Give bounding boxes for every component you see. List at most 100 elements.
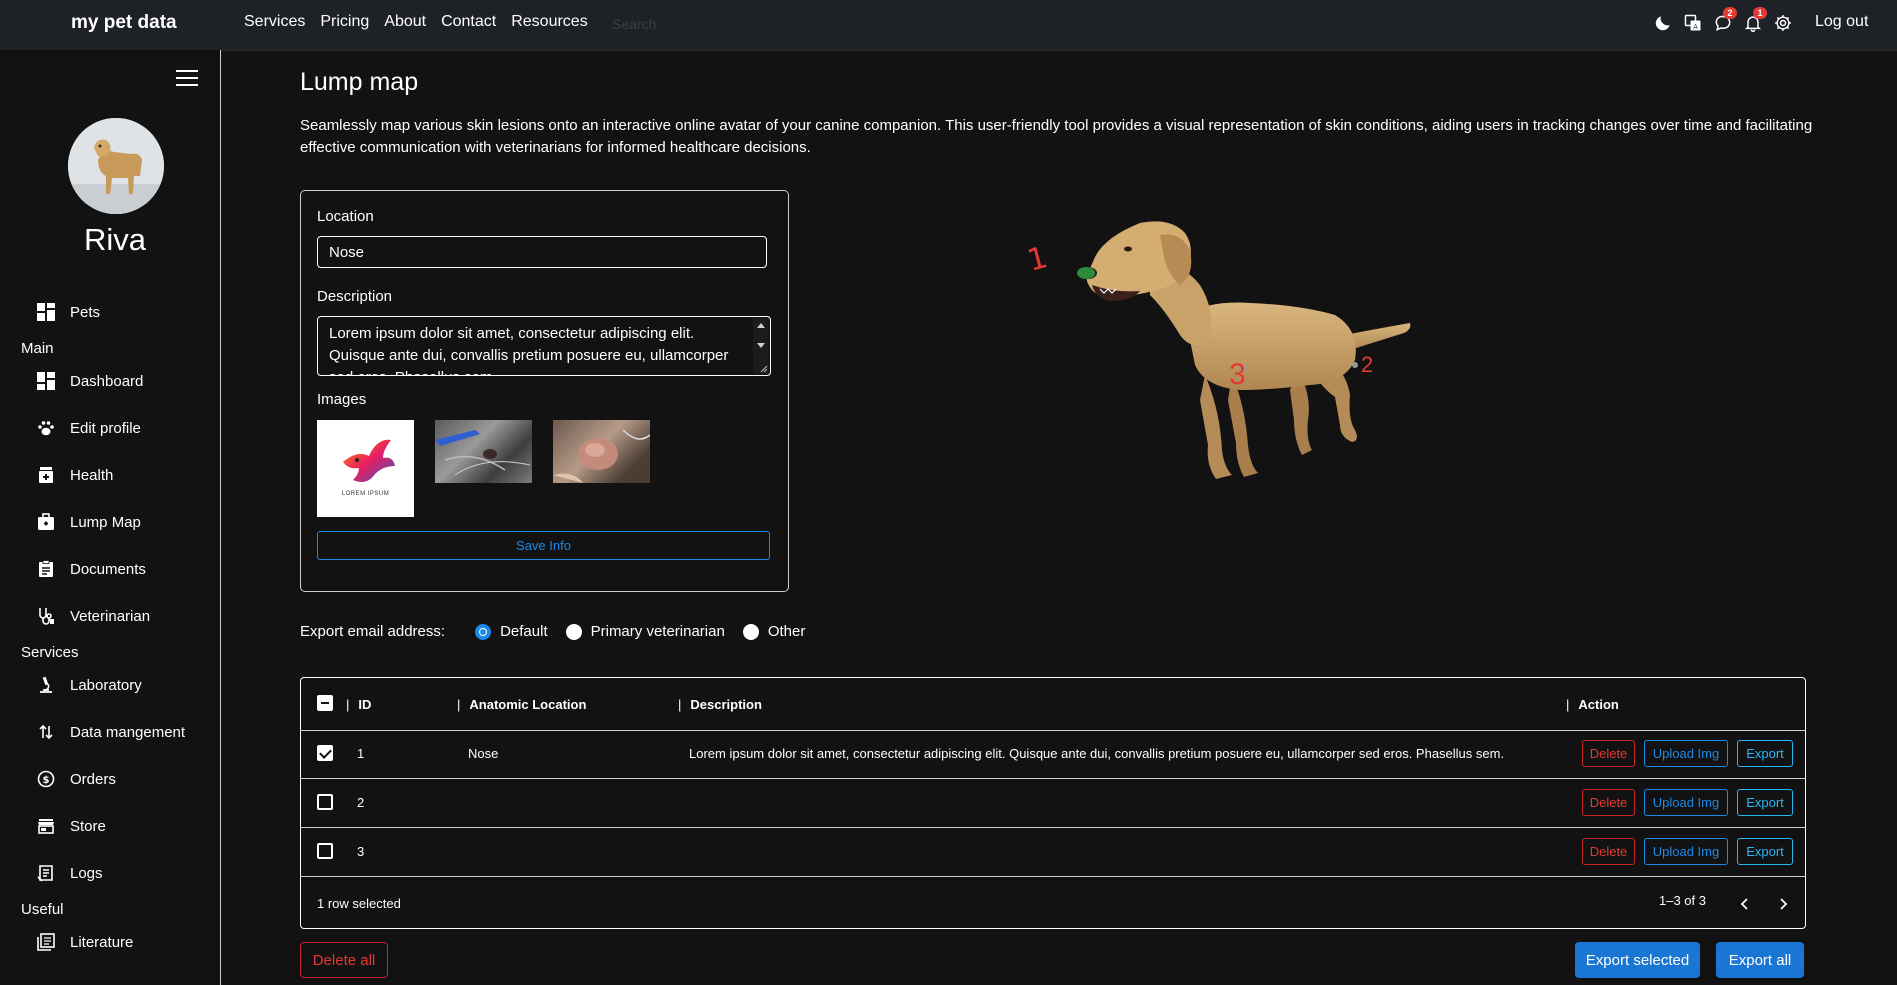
sidebar-item-label: Data mangement [70,723,186,741]
main-nav: Services Pricing About Contact Resources [244,13,588,31]
cell-id: 3 [357,844,365,859]
sidebar: Riva Pets Main Dashboard Edit profile He… [0,50,221,985]
image-thumbnail-fur[interactable] [435,420,532,483]
delete-row-button[interactable]: Delete [1582,740,1635,767]
table-row[interactable]: 1 Nose Lorem ipsum dolor sit amet, conse… [301,730,1805,779]
sidebar-item-orders[interactable]: $ Orders [36,769,116,789]
top-navbar: my pet data Services Pricing About Conta… [0,0,1897,50]
row-checkbox[interactable] [317,745,333,761]
delete-row-button[interactable]: Delete [1582,789,1635,816]
chevron-right-icon[interactable] [1773,894,1793,914]
selected-count: 1 row selected [317,896,401,911]
sidebar-item-label: Health [70,466,114,484]
sidebar-item-label: Documents [70,560,146,578]
search-input[interactable] [610,12,794,36]
sidebar-item-store[interactable]: Store [36,816,106,836]
column-header-action[interactable]: | Action [1566,697,1619,712]
header-icons: A 2 1 [1652,7,1794,35]
save-info-button[interactable]: Save Info [317,531,770,560]
bell-badge: 1 [1753,7,1767,19]
sidebar-item-lump-map[interactable]: Lump Map [36,512,141,532]
radio-other[interactable]: Other [742,623,806,640]
section-useful-heading: Useful [21,901,64,918]
image-thumbnail-logo[interactable]: LOREM IPSUM [317,420,414,517]
sidebar-item-label: Lump Map [70,513,141,531]
column-header-location[interactable]: | Anatomic Location [457,697,586,712]
logout-link[interactable]: Log out [1815,13,1868,31]
select-all-checkbox[interactable] [317,695,333,711]
upload-img-button[interactable]: Upload Img [1644,789,1728,816]
image-thumbnail-lump[interactable] [553,420,651,483]
menu-toggle-icon[interactable] [176,70,198,88]
upload-img-button[interactable]: Upload Img [1644,740,1728,767]
delete-row-button[interactable]: Delete [1582,838,1635,865]
export-row-button[interactable]: Export [1737,789,1793,816]
sidebar-item-logs[interactable]: Logs [36,863,103,883]
logo-caption: LOREM IPSUM [341,491,390,497]
section-services-heading: Services [21,644,79,661]
microscope-icon [36,675,56,695]
chat-badge: 2 [1723,7,1737,19]
export-all-button[interactable]: Export all [1716,942,1804,978]
export-row-button[interactable]: Export [1737,740,1793,767]
lump-marker-2[interactable]: 2 [1361,352,1373,378]
table-row[interactable]: 3 Delete Upload Img Export [301,828,1805,877]
row-checkbox[interactable] [317,843,333,859]
sidebar-item-literature[interactable]: Literature [36,932,133,952]
sidebar-item-edit-profile[interactable]: Edit profile [36,418,141,438]
sidebar-item-pets[interactable]: Pets [36,302,100,322]
brand-logo[interactable]: my pet data [71,12,177,34]
sidebar-item-data-management[interactable]: Data mangement [36,722,185,742]
nav-resources[interactable]: Resources [511,13,587,31]
sidebar-item-label: Veterinarian [70,607,151,625]
chat-icon[interactable]: 2 [1712,7,1737,35]
sidebar-item-label: Dashboard [70,372,144,390]
dog-avatar[interactable]: 1 2 3 [1000,205,1440,505]
sidebar-item-dashboard[interactable]: Dashboard [36,371,143,391]
sidebar-item-documents[interactable]: Documents [36,559,146,579]
cell-id: 1 [357,746,365,761]
moon-icon[interactable] [1652,11,1674,35]
bell-icon[interactable]: 1 [1742,7,1767,35]
pagination-info: 1–3 of 3 [1659,893,1706,908]
dog-illustration[interactable] [1000,205,1440,505]
lump-table: | ID | Anatomic Location | Description | Act… [300,677,1806,929]
medical-icon [36,465,56,485]
chevron-left-icon[interactable] [1735,894,1755,914]
nav-pricing[interactable]: Pricing [320,13,369,31]
location-label: Location [317,208,374,225]
nav-contact[interactable]: Contact [441,13,496,31]
export-row-button[interactable]: Export [1737,838,1793,865]
radio-primary-veterinarian[interactable]: Primary veterinarian [565,623,725,640]
row-checkbox[interactable] [317,794,333,810]
export-email-label: Export email address: [300,623,446,640]
lump-info-form: Location Description Lorem ipsum dolor s… [300,190,789,592]
location-input[interactable] [317,236,767,268]
medical-bag-icon [36,512,56,532]
translate-icon[interactable]: A [1682,11,1704,35]
description-textarea[interactable]: Lorem ipsum dolor sit amet, consectetur … [317,316,771,376]
nav-services[interactable]: Services [244,13,305,31]
section-main-heading: Main [21,340,54,357]
radio-label: Other [767,623,806,640]
sidebar-item-laboratory[interactable]: Laboratory [36,675,142,695]
radio-indicator [565,623,582,640]
sidebar-item-label: Store [70,817,106,835]
book-icon [36,932,56,952]
upload-img-button[interactable]: Upload Img [1644,838,1728,865]
export-selected-button[interactable]: Export selected [1575,942,1700,978]
table-row[interactable]: 2 Delete Upload Img Export [301,779,1805,828]
textarea-scrollbar[interactable] [753,318,769,374]
column-header-id[interactable]: | ID [346,697,371,712]
gear-icon[interactable] [1772,11,1794,35]
radio-default[interactable]: Default [475,623,548,640]
delete-all-button[interactable]: Delete all [300,942,388,978]
nav-about[interactable]: About [384,13,426,31]
sidebar-item-health[interactable]: Health [36,465,113,485]
lump-marker-3[interactable]: 3 [1229,358,1246,392]
sidebar-item-label: Laboratory [70,676,142,694]
sidebar-item-veterinarian[interactable]: Veterinarian [36,606,150,626]
dashboard-icon [36,371,56,391]
column-header-description[interactable]: | Description [678,697,762,712]
pet-name: Riva [83,222,146,257]
